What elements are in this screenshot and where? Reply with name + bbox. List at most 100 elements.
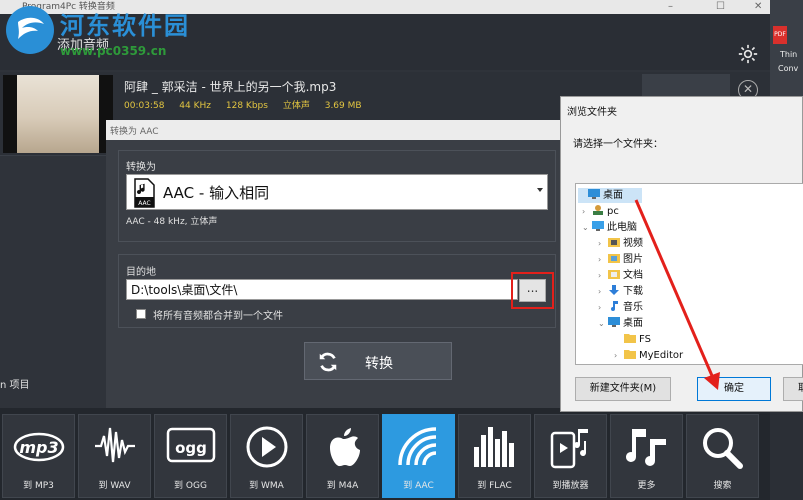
tree-item-this-pc[interactable]: ⌄ 此电脑 bbox=[582, 220, 637, 235]
tree-item-desktop-2[interactable]: ⌄ 桌面 bbox=[598, 316, 643, 331]
new-folder-button[interactable]: 新建文件夹(M) bbox=[575, 377, 671, 401]
convert-button[interactable]: 转换 bbox=[304, 342, 452, 380]
search-button[interactable]: 搜索 bbox=[686, 414, 759, 498]
convert-panel-title: 转换为 AAC bbox=[106, 120, 561, 140]
file-meta: 00:03:58 44 KHz 128 Kbps 立体声 3.69 MB bbox=[124, 98, 374, 111]
watermark-logo bbox=[6, 6, 54, 54]
cancel-button[interactable]: 取 bbox=[783, 377, 803, 401]
tree-label: 视频 bbox=[623, 238, 643, 249]
apple-icon bbox=[329, 428, 360, 467]
tree-item-fs[interactable]: FS bbox=[614, 332, 651, 347]
search-label: 搜索 bbox=[713, 481, 732, 491]
tree-label: 图片 bbox=[623, 254, 643, 265]
file-bitrate: 128 Kbps bbox=[225, 101, 268, 111]
convert-panel-title-text: 转换为 AAC bbox=[110, 127, 159, 137]
minimize-button[interactable]: – bbox=[668, 0, 673, 14]
to-ogg-button[interactable]: ogg 到 OGG bbox=[154, 414, 227, 498]
more-label: 更多 bbox=[637, 481, 656, 491]
format-bar: mp3 到 MP3 到 WAV ogg 到 OGG 到 WMA 到 M4A 到 … bbox=[0, 408, 770, 500]
flac-bars-icon bbox=[473, 427, 514, 467]
tree-item-downloads[interactable]: › 下载 bbox=[598, 284, 643, 299]
gear-icon[interactable] bbox=[738, 44, 758, 64]
music-icon bbox=[611, 301, 618, 311]
items-count: n 项目 bbox=[0, 380, 30, 391]
tree-label: 下载 bbox=[623, 286, 643, 297]
tree-item-documents[interactable]: › 文档 bbox=[598, 268, 643, 283]
to-mp3-button[interactable]: mp3 到 MP3 bbox=[2, 414, 75, 498]
to-wma-label: 到 WMA bbox=[249, 481, 284, 491]
computer-icon bbox=[592, 221, 604, 231]
tree-item-videos[interactable]: › 视频 bbox=[598, 236, 643, 251]
aac-file-icon: AAC bbox=[134, 178, 155, 208]
tree-label: 此电脑 bbox=[607, 222, 637, 233]
tree-label: MyEditor bbox=[639, 350, 684, 361]
download-icon bbox=[609, 285, 619, 295]
to-aac-label: 到 AAC bbox=[403, 481, 434, 491]
format-select[interactable]: AAC AAC - 输入相同 bbox=[126, 174, 548, 210]
play-icon bbox=[246, 426, 287, 468]
desktop-item-label: Thin bbox=[780, 50, 798, 59]
mp3-icon: mp3 bbox=[13, 432, 64, 462]
tree-label: 桌面 bbox=[623, 318, 643, 329]
close-button[interactable]: ✕ bbox=[754, 0, 762, 14]
file-name: 阿肆 _ 郭采洁 - 世界上的另一个我.mp3 bbox=[124, 80, 337, 94]
more-button[interactable]: 更多 bbox=[610, 414, 683, 498]
aac-icon bbox=[397, 427, 436, 466]
to-flac-button[interactable]: 到 FLAC bbox=[458, 414, 531, 498]
maximize-button[interactable]: ☐ bbox=[716, 0, 725, 14]
tree-label: 文档 bbox=[623, 270, 643, 281]
folder-icon bbox=[624, 350, 636, 359]
tree-label: FS bbox=[639, 334, 651, 345]
file-sample-rate: 44 KHz bbox=[179, 101, 212, 111]
search-icon bbox=[702, 428, 743, 469]
tree-item-myeditor[interactable]: › MyEditor bbox=[614, 348, 683, 363]
format-description: AAC - 48 kHz, 立体声 bbox=[126, 217, 218, 227]
phone-music-icon bbox=[550, 429, 588, 469]
to-aac-button[interactable]: 到 AAC bbox=[382, 414, 455, 498]
dialog-prompt: 请选择一个文件夹： bbox=[573, 139, 663, 150]
format-selected-value: AAC - 输入相同 bbox=[163, 184, 270, 202]
tree-label: 音乐 bbox=[623, 302, 643, 313]
file-channels: 立体声 bbox=[282, 101, 310, 111]
to-wav-button[interactable]: 到 WAV bbox=[78, 414, 151, 498]
to-mp3-label: 到 MP3 bbox=[23, 481, 54, 491]
watermark-brand: 河东软件园 bbox=[60, 11, 190, 40]
svg-text:ogg: ogg bbox=[175, 439, 207, 457]
to-flac-label: 到 FLAC bbox=[477, 481, 512, 491]
ok-button[interactable]: 确定 bbox=[697, 377, 771, 401]
tree-item-music[interactable]: › 音乐 bbox=[598, 300, 643, 315]
convert-to-label: 转换为 bbox=[126, 162, 156, 173]
to-player-label: 到播放器 bbox=[552, 481, 589, 491]
tree-item-pictures[interactable]: › 图片 bbox=[598, 252, 643, 267]
pdf-icon[interactable]: PDF bbox=[773, 26, 787, 44]
tree-item-desktop[interactable]: 桌面 bbox=[578, 188, 642, 203]
watermark-url: www.pc0359.cn bbox=[60, 44, 167, 58]
album-thumbnail bbox=[3, 75, 113, 153]
chevron-down-icon[interactable] bbox=[537, 188, 543, 192]
tree-label: pc bbox=[607, 206, 619, 217]
folder-tree[interactable]: 桌面 › pc ⌄ 此电脑 › 视频 › 图片 › 文档 › 下载 › 音乐 ⌄ 桌面 FS › bbox=[575, 183, 803, 365]
merge-label: 将所有音频都合并到一个文件 bbox=[153, 311, 283, 322]
to-wav-label: 到 WAV bbox=[98, 481, 131, 491]
to-player-button[interactable]: 到播放器 bbox=[534, 414, 607, 498]
to-wma-button[interactable]: 到 WMA bbox=[230, 414, 303, 498]
convert-panel: 转换为 AAC 转换为 AAC AAC - 输入相同 AAC - 48 kHz,… bbox=[106, 120, 561, 410]
music-notes-icon bbox=[625, 429, 666, 466]
desktop-item-label-2: Conv bbox=[778, 64, 799, 73]
to-m4a-button[interactable]: 到 M4A bbox=[306, 414, 379, 498]
destination-path-input[interactable] bbox=[126, 279, 518, 300]
destination-label: 目的地 bbox=[126, 267, 156, 278]
tree-item-pc[interactable]: › pc bbox=[582, 204, 619, 219]
merge-checkbox[interactable] bbox=[136, 309, 146, 319]
user-icon bbox=[593, 205, 603, 215]
browse-folder-dialog: 浏览文件夹 请选择一个文件夹： 桌面 › pc ⌄ 此电脑 › 视频 › 图片 › 文档 … bbox=[560, 96, 803, 412]
refresh-icon bbox=[319, 352, 337, 372]
file-size: 3.69 MB bbox=[324, 101, 362, 111]
to-m4a-label: 到 M4A bbox=[326, 481, 359, 491]
wave-icon bbox=[94, 427, 135, 463]
desktop-icon bbox=[608, 317, 620, 327]
to-ogg-label: 到 OGG bbox=[174, 481, 207, 491]
video-folder-icon bbox=[608, 238, 620, 247]
svg-text:AAC: AAC bbox=[138, 200, 150, 207]
desktop-icon bbox=[588, 189, 600, 199]
